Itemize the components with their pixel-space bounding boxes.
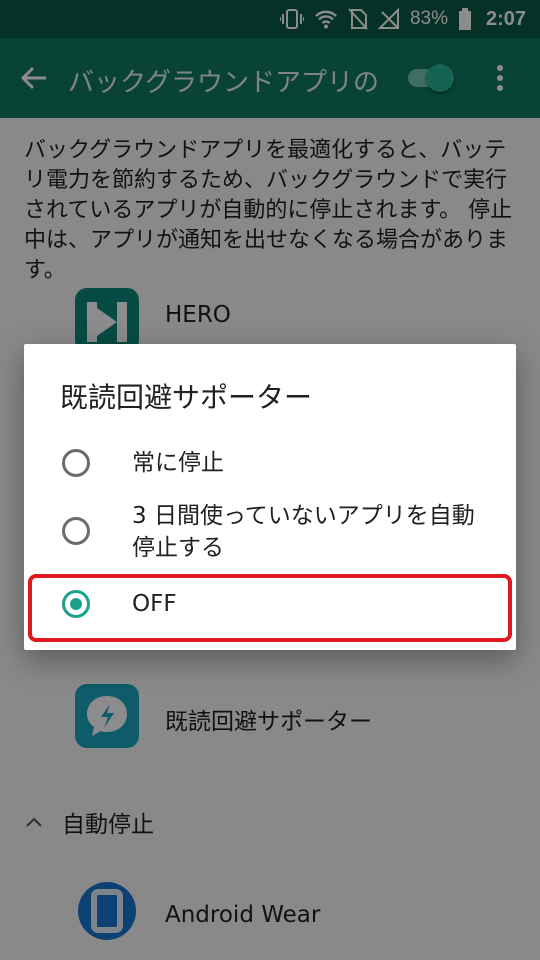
red-highlight-box (28, 574, 512, 642)
radio-always-stop[interactable] (62, 449, 90, 477)
dialog-title: 既読回避サポーター (60, 381, 313, 414)
radio-auto-stop-3days[interactable] (62, 517, 90, 545)
option-always-stop[interactable]: 常に停止 (24, 428, 516, 498)
option-label-always-stop: 常に停止 (132, 450, 224, 476)
option-auto-stop-3days[interactable]: 3 日間使っていないアプリを自動停止する (24, 494, 516, 580)
option-label-auto-stop-3days: 3 日間使っていないアプリを自動停止する (132, 503, 475, 561)
